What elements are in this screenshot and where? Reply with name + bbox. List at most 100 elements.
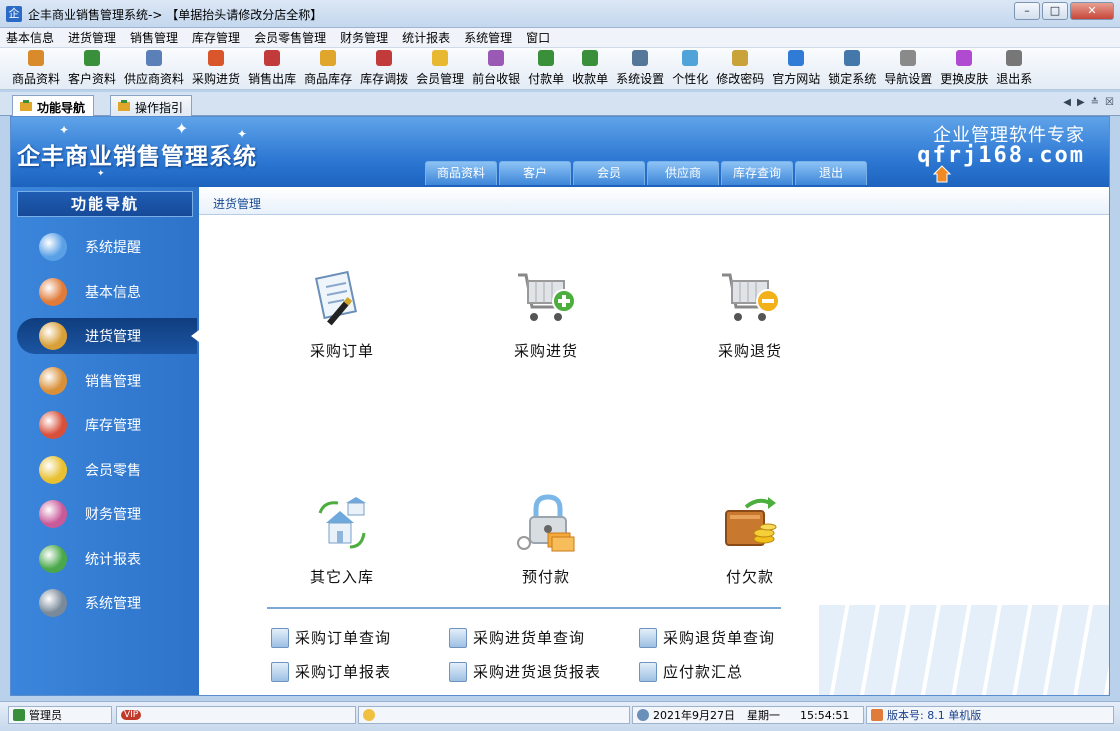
minimize-button[interactable]: – (1014, 2, 1040, 20)
link-purchase-in-query[interactable]: 采购进货单查询 (449, 627, 585, 648)
quick-tab[interactable]: 商品资料 (425, 161, 497, 185)
banner: ✦ ✦ ✦ ✦ 企丰商业销售管理系统 企业管理软件专家 qfrj168.com … (11, 117, 1109, 187)
link-label: 采购订单查询 (295, 629, 392, 647)
toolbar-button[interactable]: 商品资料 (8, 48, 64, 90)
link-label: 采购进货退货报表 (473, 663, 602, 681)
toolbar-label: 收款单 (572, 72, 609, 86)
info-icon (39, 233, 67, 261)
tab-guide[interactable]: 操作指引 (110, 95, 193, 116)
tab-strip: 功能导航 操作指引 ◀ ▶ ≛ ☒ (0, 92, 1120, 116)
order-doc-icon (315, 270, 357, 326)
func-prepayment[interactable]: 预付款 (481, 493, 611, 587)
menu-item[interactable]: 窗口 (526, 29, 550, 46)
skin-icon (956, 50, 973, 66)
tab-function-nav[interactable]: 功能导航 (12, 95, 95, 116)
maximize-button[interactable]: □ (1042, 2, 1068, 20)
toolbar-button[interactable]: 退出系 (992, 48, 1036, 90)
toolbar-button[interactable]: 采购进货 (188, 48, 244, 90)
menu-item[interactable]: 基本信息 (6, 29, 54, 46)
sidebar-item[interactable]: 库存管理 (17, 407, 197, 443)
toolbar-button[interactable]: 库存调拨 (356, 48, 412, 90)
toolbar-button[interactable]: 收款单 (568, 48, 612, 90)
receive-icon (582, 50, 599, 66)
toolbar-button[interactable]: 供应商资料 (120, 48, 188, 90)
window-title: 企丰商业销售管理系统-> 【单据抬头请修改分店全称】 (28, 8, 323, 22)
link-order-report[interactable]: 采购订单报表 (271, 661, 391, 682)
func-other-in[interactable]: 其它入库 (277, 493, 407, 587)
members-icon (39, 455, 67, 484)
func-pay-debt[interactable]: 付欠款 (685, 493, 815, 587)
sidebar-item[interactable]: 基本信息 (17, 274, 197, 310)
sidebar-item[interactable]: 会员零售 (17, 452, 197, 488)
toolbar-button[interactable]: 销售出库 (244, 48, 300, 90)
sidebar-item[interactable]: 系统提醒 (17, 229, 197, 265)
sidebar-item-label: 会员零售 (85, 462, 141, 479)
bar-chart-icon (39, 544, 67, 573)
tab-prev-icon[interactable]: ◀ (1063, 97, 1071, 108)
home-icon[interactable] (933, 165, 951, 183)
toolbar: 商品资料 客户资料 供应商资料 采购进货 销售出库 商品库存 库存调拨 会员管理 前台收银 付款单… (0, 48, 1120, 90)
menu-item[interactable]: 销售管理 (130, 29, 178, 46)
func-purchase-order[interactable]: 采购订单 (277, 267, 407, 361)
status-bar: 管理员 VIP 2021年9月27日 星期一 15:54:51 版本号: 8.1… (0, 701, 1120, 731)
wallet-coins-icon (725, 497, 777, 546)
sidebar-item-label: 系统提醒 (85, 240, 141, 256)
menu-item[interactable]: 财务管理 (340, 29, 388, 46)
menu-item[interactable]: 系统管理 (464, 29, 512, 46)
quick-tab[interactable]: 客户 (499, 161, 571, 185)
toolbar-button[interactable]: 会员管理 (412, 48, 468, 90)
status-version: 版本号: 8.1 单机版 (866, 706, 1114, 724)
func-purchase-return[interactable]: 采购退货 (685, 267, 815, 361)
toolbar-button[interactable]: 前台收银 (468, 48, 524, 90)
quick-tab[interactable]: 会员 (573, 161, 645, 185)
toolbar-button[interactable]: 付款单 (524, 48, 568, 90)
close-button[interactable]: ✕ (1070, 2, 1114, 20)
toolbar-button[interactable]: 系统设置 (612, 48, 668, 90)
tab-close-icon[interactable]: ☒ (1105, 97, 1114, 108)
toolbar-label: 官方网站 (772, 72, 821, 86)
link-order-query[interactable]: 采购订单查询 (271, 627, 391, 648)
status-datetime: 2021年9月27日 星期一 15:54:51 (632, 706, 864, 724)
sidebar-item[interactable]: 统计报表 (17, 541, 197, 577)
sidebar-item[interactable]: 系统管理 (17, 585, 197, 621)
menu-item[interactable]: 库存管理 (192, 29, 240, 46)
menu-item[interactable]: 进货管理 (68, 29, 116, 46)
sale-icon (264, 50, 281, 66)
link-label: 采购退货单查询 (663, 629, 776, 647)
link-in-return-report[interactable]: 采购进货退货报表 (449, 661, 601, 682)
func-purchase-in[interactable]: 采购进货 (481, 267, 611, 361)
sidebar-item[interactable]: 财务管理 (17, 496, 197, 532)
sidebar-item-label: 销售管理 (85, 373, 141, 390)
tools-icon (39, 589, 67, 617)
sparkle-icon: ✦ (59, 123, 70, 137)
sidebar-item[interactable]: 进货管理 (17, 318, 199, 354)
toolbar-label: 商品资料 (12, 72, 61, 86)
toolbar-label: 前台收银 (472, 72, 521, 86)
menu-item[interactable]: 会员零售管理 (254, 29, 326, 46)
toolbar-button[interactable]: 官方网站 (768, 48, 824, 90)
tab-list-icon[interactable]: ≛ (1091, 97, 1099, 108)
toolbar-button[interactable]: 个性化 (668, 48, 712, 90)
toolbar-button[interactable]: 客户资料 (64, 48, 120, 90)
link-return-query[interactable]: 采购退货单查询 (639, 627, 775, 648)
quick-tab[interactable]: 退出 (795, 161, 867, 185)
func-label: 采购进货 (513, 342, 578, 360)
toolbar-label: 锁定系统 (828, 72, 877, 86)
tab-controls: ◀ ▶ ≛ ☒ (1057, 97, 1114, 108)
menu-item[interactable]: 统计报表 (402, 29, 450, 46)
tab-next-icon[interactable]: ▶ (1077, 97, 1085, 108)
clock-icon (637, 709, 649, 721)
quick-tab[interactable]: 库存查询 (721, 161, 793, 185)
package-in-icon (39, 322, 67, 350)
toolbar-button[interactable]: 商品库存 (300, 48, 356, 90)
content-panel: 进货管理 采购订单 采购进货 采购退货 其它入库 预付款 付欠款 采购订单查询 … (199, 187, 1109, 695)
toolbar-button[interactable]: 修改密码 (712, 48, 768, 90)
exit-icon (1006, 50, 1023, 66)
link-payable-summary[interactable]: 应付款汇总 (639, 661, 743, 682)
toolbar-button[interactable]: 更换皮肤 (936, 48, 992, 90)
sidebar-item[interactable]: 销售管理 (17, 363, 197, 399)
sidebar-title: 功能导航 (17, 191, 193, 217)
quick-tab[interactable]: 供应商 (647, 161, 719, 185)
toolbar-button[interactable]: 导航设置 (880, 48, 936, 90)
toolbar-button[interactable]: 锁定系统 (824, 48, 880, 90)
